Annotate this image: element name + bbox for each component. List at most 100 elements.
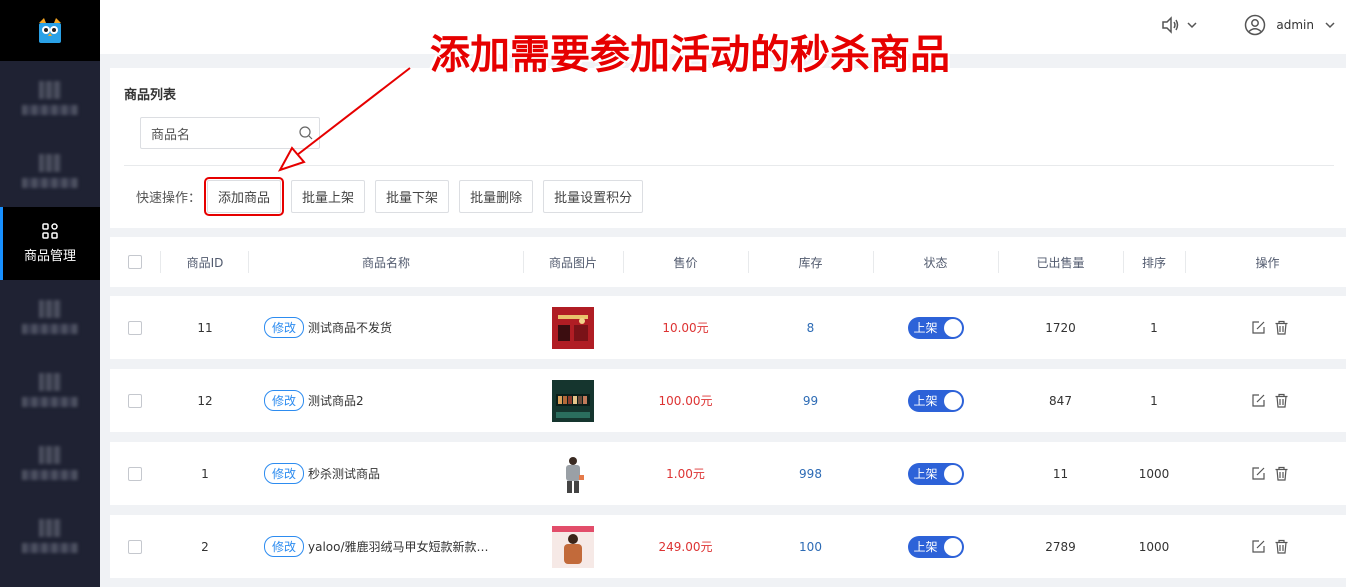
batch-delete-button[interactable]: 批量删除 (459, 180, 534, 213)
product-name-cell: 修改 测试商品2 (248, 369, 524, 432)
header-actions: admin (1160, 14, 1336, 36)
batch-list-button[interactable]: 批量上架 (291, 180, 366, 213)
annotation-arrow-icon (277, 67, 411, 172)
sidebar-item-7[interactable] (0, 499, 100, 572)
product-thumbnail[interactable] (552, 525, 594, 568)
trash-icon[interactable] (1274, 320, 1289, 335)
row-checkbox[interactable] (128, 320, 142, 335)
product-id: 12 (197, 393, 213, 408)
actions-cell (1230, 296, 1310, 359)
column-header-sort: 排序 (1141, 255, 1166, 270)
toggle-knob (943, 318, 962, 337)
trash-icon[interactable] (1274, 466, 1289, 481)
sidebar-item-6[interactable] (0, 426, 100, 499)
quick-ops-label: 快速操作： (136, 191, 202, 206)
username[interactable]: admin (1276, 18, 1314, 32)
product-sort: 1000 (1138, 539, 1170, 554)
status-toggle[interactable]: 上架 (907, 535, 964, 558)
edit-name-tag[interactable]: 修改 (264, 390, 305, 411)
product-price: 10.00元 (662, 321, 709, 335)
toggle-knob (943, 537, 962, 556)
blurred-icon (39, 445, 61, 464)
product-name-cell: 修改 yaloo/雅鹿羽绒马甲女短款新款韩... (248, 515, 524, 578)
product-thumbnail[interactable] (552, 452, 594, 495)
blurred-label (22, 542, 78, 553)
edit-icon[interactable] (1251, 539, 1266, 554)
sidebar-item-goods-management[interactable]: 商品管理 (0, 207, 100, 280)
status-toggle[interactable]: 上架 (907, 389, 964, 412)
chevron-down-icon[interactable] (1186, 19, 1198, 31)
blurred-label (22, 104, 78, 115)
column-header-sold: 已出售量 (1036, 255, 1085, 270)
product-sort: 1 (1150, 320, 1158, 335)
status-cell: 上架 (873, 296, 998, 359)
table-row: 12 修改 测试商品2 100.00元 99 上架 847 1 (110, 369, 1346, 432)
product-image-cell (523, 296, 623, 359)
trash-icon[interactable] (1274, 393, 1289, 408)
sidebar-item-2[interactable] (0, 134, 100, 207)
product-name-cell: 修改 秒杀测试商品 (248, 442, 524, 505)
edit-name-tag[interactable]: 修改 (264, 317, 305, 338)
product-image-cell (523, 442, 623, 505)
select-all-checkbox[interactable] (128, 255, 142, 269)
product-thumbnail[interactable] (552, 379, 594, 422)
actions-cell (1230, 442, 1310, 505)
trash-icon[interactable] (1274, 539, 1289, 554)
status-label: 上架 (913, 467, 938, 481)
edit-icon[interactable] (1251, 466, 1266, 481)
product-id: 11 (197, 320, 213, 335)
column-header-actions: 操作 (1255, 255, 1280, 270)
product-price: 1.00元 (666, 467, 705, 481)
status-toggle[interactable]: 上架 (907, 462, 964, 485)
batch-set-points-button[interactable]: 批量设置积分 (543, 180, 644, 213)
product-id: 2 (201, 539, 209, 554)
edit-name-tag[interactable]: 修改 (264, 536, 305, 557)
product-sold: 847 (1049, 393, 1072, 408)
row-checkbox[interactable] (128, 466, 142, 481)
table-row: 2 修改 yaloo/雅鹿羽绒马甲女短款新款韩... 249.00元 100 上… (110, 515, 1346, 578)
logo-area[interactable] (0, 0, 100, 61)
actions-cell (1230, 369, 1310, 432)
edit-icon[interactable] (1251, 393, 1266, 408)
product-sold: 11 (1052, 466, 1069, 481)
product-stock: 8 (806, 320, 815, 335)
batch-unlist-button[interactable]: 批量下架 (375, 180, 450, 213)
status-label: 上架 (913, 540, 938, 554)
table-header: 商品ID 商品名称 商品图片 售价 库存 状态 已出售量 排序 操作 (110, 237, 1346, 287)
sidebar: 商品管理 (0, 0, 100, 587)
product-sort: 1000 (1138, 466, 1170, 481)
product-name-cell: 修改 测试商品不发货 (248, 296, 524, 359)
actions-cell (1230, 515, 1310, 578)
edit-name-tag[interactable]: 修改 (264, 463, 305, 484)
blurred-icon (39, 518, 61, 537)
quick-operations: 快速操作： 添加商品 批量上架 批量下架 批量删除 批量设置积分 (136, 177, 653, 216)
product-price: 249.00元 (658, 540, 713, 554)
column-header-id: 商品ID (186, 255, 224, 270)
chevron-down-icon[interactable] (1324, 19, 1336, 31)
status-label: 上架 (913, 394, 938, 408)
row-checkbox[interactable] (128, 539, 142, 554)
row-checkbox-cell (110, 296, 160, 359)
row-checkbox[interactable] (128, 393, 142, 408)
row-checkbox-cell (110, 369, 160, 432)
status-toggle[interactable]: 上架 (907, 316, 964, 339)
toggle-knob (943, 391, 962, 410)
sidebar-item-label: 商品管理 (23, 249, 76, 264)
add-product-button[interactable]: 添加商品 (204, 177, 285, 216)
sidebar-item-1[interactable] (0, 61, 100, 134)
product-thumbnail[interactable] (552, 306, 594, 349)
blurred-icon (39, 80, 61, 99)
product-stock: 100 (799, 539, 822, 554)
select-all-cell (110, 237, 160, 287)
product-sold: 1720 (1045, 320, 1076, 335)
user-avatar-icon[interactable] (1244, 14, 1266, 36)
sidebar-item-5[interactable] (0, 353, 100, 426)
edit-icon[interactable] (1251, 320, 1266, 335)
sidebar-item-4[interactable] (0, 280, 100, 353)
speaker-icon[interactable] (1160, 15, 1180, 35)
product-image-cell (523, 515, 623, 578)
annotation-title: 添加需要参加活动的秒杀商品 (430, 32, 950, 78)
product-sort: 1 (1150, 393, 1158, 408)
grid-icon (42, 223, 58, 239)
column-header-status: 状态 (923, 255, 948, 270)
